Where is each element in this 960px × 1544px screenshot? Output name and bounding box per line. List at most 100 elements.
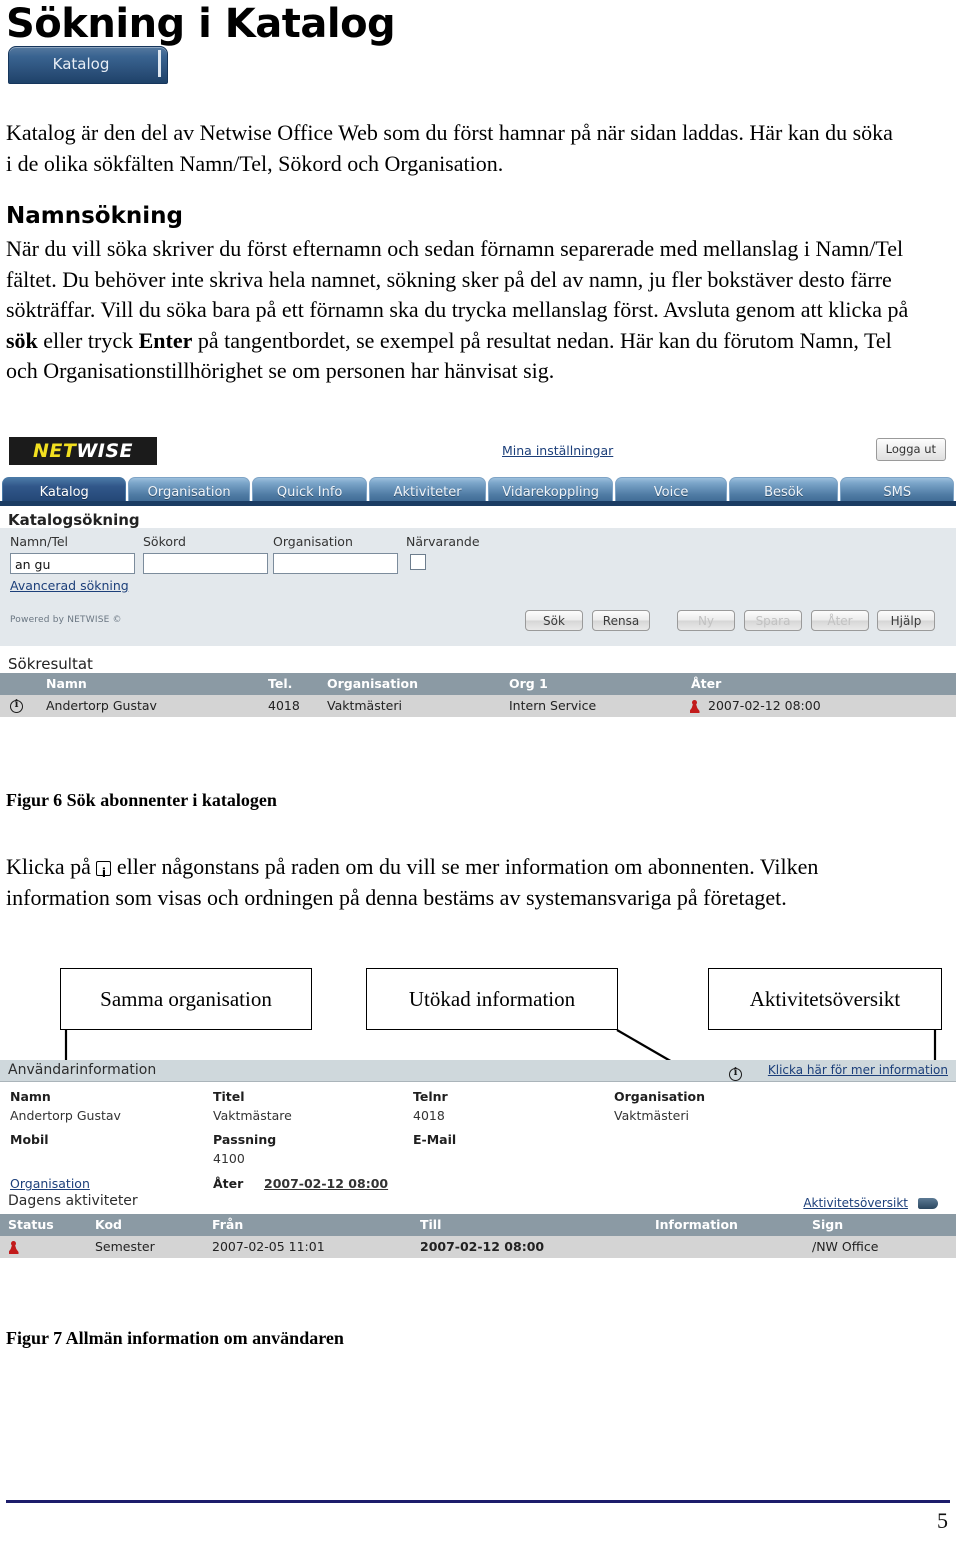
label-sokord: Sökord <box>143 534 186 549</box>
section-heading-namnsokning: Namnsökning <box>6 203 183 229</box>
result-cell-organisation: Vaktmästeri <box>327 698 402 713</box>
value-telnr: 4018 <box>413 1108 445 1123</box>
label-namn-tel: Namn/Tel <box>10 534 68 549</box>
results-title: Sökresultat <box>8 655 93 673</box>
para3-part-a: Klicka på <box>6 854 97 879</box>
activities-overview-link[interactable]: Aktivitetsöversikt <box>803 1196 908 1210</box>
value-ater: 2007-02-12 08:00 <box>264 1176 389 1191</box>
more-info-link[interactable]: Klicka här för mer information <box>768 1063 948 1077</box>
label-passning: Passning <box>213 1132 277 1147</box>
activities-table-row[interactable]: Semester 2007-02-05 11:01 2007-02-12 08:… <box>0 1236 956 1258</box>
katalog-tab-label: Katalog <box>52 55 110 73</box>
activities-tab-icon <box>918 1198 938 1209</box>
button-rensa[interactable]: Rensa <box>592 610 650 631</box>
para2-part-a: När du vill söka skriver du först eftern… <box>6 236 909 322</box>
button-sok[interactable]: Sök <box>525 610 583 631</box>
act-col-fran: Från <box>212 1217 244 1232</box>
user-info-body: Namn Andertorp Gustav Titel Vaktmästare … <box>0 1082 956 1192</box>
katalog-tab-edge <box>158 50 161 77</box>
button-hjalp[interactable]: Hjälp <box>877 610 935 631</box>
search-input-organisation[interactable] <box>273 553 398 574</box>
value-organisation: Vaktmästeri <box>614 1108 689 1123</box>
more-info-icon[interactable] <box>729 1064 742 1083</box>
app-screenshot-catalog-search: NET WISE Mina inställningar Logga ut Kata… <box>0 432 956 772</box>
page-number: 5 <box>937 1508 948 1533</box>
value-passning: 4100 <box>213 1151 245 1166</box>
value-namn: Andertorp Gustav <box>10 1108 121 1123</box>
result-cell-tel: 4018 <box>268 698 300 713</box>
klicka-paragraph: Klicka på i eller någonstans på raden om… <box>6 852 926 913</box>
results-col-ater: Åter <box>691 676 722 691</box>
callout-samma-organisation: Samma organisation <box>60 968 312 1030</box>
value-titel: Vaktmästare <box>213 1108 292 1123</box>
search-checkbox-narvarande[interactable] <box>410 554 426 570</box>
result-cell-namn: Andertorp Gustav <box>46 698 157 713</box>
intro-paragraph: Katalog är den del av Netwise Office Web… <box>6 120 893 176</box>
figure-6-caption: Figur 6 Sök abonnenter i katalogen <box>6 790 277 810</box>
act-cell-till: 2007-02-12 08:00 <box>420 1239 545 1254</box>
app-topbar: NET WISE Mina inställningar Logga ut <box>0 432 956 474</box>
katalog-tab-image: Katalog <box>8 46 168 84</box>
powered-by-label: Powered by NETWISE © <box>10 615 122 625</box>
act-col-kod: Kod <box>95 1217 123 1232</box>
logo-text-wise: WISE <box>76 440 134 462</box>
act-cell-sign: /NW Office <box>812 1239 879 1254</box>
user-info-header-bar: Användarinformation Klicka här för mer i… <box>0 1060 956 1082</box>
advanced-search-link[interactable]: Avancerad sökning <box>10 578 129 593</box>
search-form-panel: Namn/Tel Sökord Organisation Närvarande … <box>0 528 956 646</box>
button-ater[interactable]: Åter <box>811 610 869 631</box>
app-tab-bar: Katalog Organisation Quick Info Aktivite… <box>0 474 956 506</box>
para2-bold-sok: sök <box>6 327 38 353</box>
status-pawn-icon <box>689 699 700 714</box>
label-telnr: Telnr <box>413 1089 448 1104</box>
act-col-till: Till <box>420 1217 442 1232</box>
result-cell-org1: Intern Service <box>509 698 597 713</box>
results-col-organisation: Organisation <box>327 676 418 691</box>
label-titel: Titel <box>213 1089 245 1104</box>
inline-info-icon: i <box>96 861 112 880</box>
para2-part-b: eller tryck <box>37 327 139 353</box>
my-settings-link[interactable]: Mina inställningar <box>502 443 613 458</box>
info-icon[interactable] <box>10 699 23 714</box>
user-info-title: Användarinformation <box>8 1062 157 1078</box>
act-col-status: Status <box>8 1217 54 1232</box>
act-col-sign: Sign <box>812 1217 844 1232</box>
label-mobil: Mobil <box>10 1132 49 1147</box>
para2-bold-enter: Enter <box>138 327 193 353</box>
label-narvarande: Närvarande <box>406 534 480 549</box>
activities-title: Dagens aktiviteter <box>8 1193 138 1209</box>
button-ny[interactable]: Ny <box>677 610 735 631</box>
act-cell-kod: Semester <box>95 1239 155 1254</box>
callout-aktivitetsoversikt: Aktivitetsöversikt <box>708 968 942 1030</box>
table-row[interactable]: Andertorp Gustav 4018 Vaktmästeri Intern… <box>0 695 956 717</box>
app-screenshot-user-information: Användarinformation Klicka här för mer i… <box>0 1060 956 1315</box>
figure-7-caption: Figur 7 Allmän information om användaren <box>6 1328 344 1348</box>
para3-part-b: eller någonstans på raden om du vill se … <box>6 854 819 910</box>
organisation-link[interactable]: Organisation <box>10 1176 90 1191</box>
label-organisation: Organisation <box>273 534 353 549</box>
search-input-sokord[interactable] <box>143 553 268 574</box>
activity-status-pawn-icon <box>8 1240 19 1255</box>
namnsokning-paragraph: När du vill söka skriver du först eftern… <box>6 234 911 387</box>
label-ater: Åter <box>213 1176 244 1191</box>
label-organisation: Organisation <box>614 1089 705 1104</box>
results-table-header: Namn Tel. Organisation Org 1 Åter <box>0 673 956 695</box>
act-col-information: Information <box>655 1217 738 1232</box>
results-col-org1: Org 1 <box>509 676 548 691</box>
results-col-tel: Tel. <box>268 676 293 691</box>
footer-rule <box>6 1500 950 1503</box>
button-spara[interactable]: Spara <box>744 610 802 631</box>
logo-text-net: NET <box>32 440 77 462</box>
activities-title-row: Dagens aktiviteter Aktivitetsöversikt <box>0 1192 956 1214</box>
page-title: Sökning i Katalog <box>6 1 396 47</box>
callout-utokad-information: Utökad information <box>366 968 618 1030</box>
activities-table-header: Status Kod Från Till Information Sign <box>0 1214 956 1236</box>
label-namn: Namn <box>10 1089 51 1104</box>
netwise-logo: NET WISE <box>9 437 157 465</box>
spacer-after-form <box>0 646 956 655</box>
results-col-namn: Namn <box>46 676 87 691</box>
act-cell-fran: 2007-02-05 11:01 <box>212 1239 325 1254</box>
search-input-namn-tel[interactable]: an gu <box>10 553 135 574</box>
logout-button[interactable]: Logga ut <box>875 438 946 461</box>
label-email: E-Mail <box>413 1132 457 1147</box>
